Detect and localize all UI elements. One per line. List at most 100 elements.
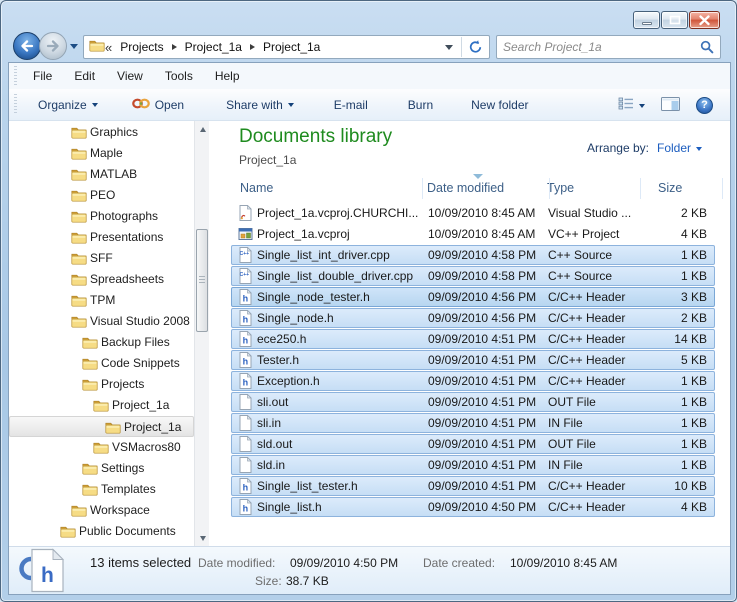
refresh-button[interactable] [462,36,489,58]
file-row-sli-in[interactable]: sli.in 09/09/2010 4:51 PM IN File 1 KB [231,413,715,433]
sidebar-item-code-snippets[interactable]: Code Snippets [9,353,194,374]
chevron-down-icon [639,103,645,108]
sidebar-item-vsmacros80[interactable]: VSMacros80 [9,437,194,458]
file-row-single-list-tester-h[interactable]: h Single_list_tester.h 09/09/2010 4:51 PM C… [231,476,715,496]
menu-tools[interactable]: Tools [155,66,203,86]
toolbar-new-folder[interactable]: New folder [463,93,536,117]
sidebar-item-public-documents[interactable]: Public Documents [9,521,194,542]
file-type: C++ Source [548,248,613,262]
h-file-icon: h [238,372,253,394]
file-row-single-list-double-driver-cpp[interactable]: C++ Single_list_double_driver.cpp 09/09/20… [231,266,715,286]
toolbar-label: Share with [226,97,283,112]
sidebar-item-matlab[interactable]: MATLAB [9,164,194,185]
breadcrumb-separator-icon[interactable] [171,44,177,50]
menu-view[interactable]: View [107,66,153,86]
triangle-down-icon [199,535,206,541]
breadcrumb-item-project-1a-1[interactable]: Project_1a [183,40,244,54]
sidebar-item-photographs[interactable]: Photographs [9,206,194,227]
file-row-single-list-h[interactable]: h Single_list.h 09/09/2010 4:50 PM C/C++ He… [231,497,715,517]
search-input[interactable] [503,40,700,54]
breadcrumb-item-project-1a-2[interactable]: Project_1a [261,40,322,54]
search-icon[interactable] [700,40,714,54]
file-row-tester-h[interactable]: h Tester.h 09/09/2010 4:51 PM C/C++ Header 5… [231,350,715,370]
sidebar-item-spreadsheets[interactable]: Spreadsheets [9,269,194,290]
file-size: 1 KB [680,269,707,283]
sidebar-item-maple[interactable]: Maple [9,143,194,164]
forward-button[interactable] [39,32,67,60]
sidebar-scrollbar[interactable] [194,121,209,546]
minimize-button[interactable] [633,11,660,29]
breadcrumb-separator-icon[interactable] [249,44,255,50]
toolbar-organize[interactable]: Organize [30,93,106,117]
toolbar-share-with[interactable]: Share with [218,93,302,117]
vsuser-file-icon [238,204,253,226]
toolbar-burn[interactable]: Burn [400,93,441,117]
restore-icon [669,15,680,25]
recent-pages-dropdown[interactable] [70,44,78,49]
sidebar-item-settings[interactable]: Settings [9,458,194,479]
file-date-modified: 09/09/2010 4:51 PM [428,437,537,451]
column-header-type[interactable]: Type [547,181,574,195]
help-button[interactable]: ? [693,93,716,118]
toolbar-open[interactable]: Open [124,92,192,118]
breadcrumb-root-chevron[interactable]: « [105,40,112,55]
address-dropdown-icon[interactable] [445,44,453,50]
arrange-by-value[interactable]: Folder [657,141,702,155]
column-separator[interactable] [549,178,550,199]
address-bar[interactable]: « Projects Project_1a Project_1a [83,35,490,59]
sidebar-item-peo[interactable]: PEO [9,185,194,206]
file-row-single-node-tester-h[interactable]: h Single_node_tester.h 09/09/2010 4:56 PM C… [231,287,715,307]
file-row-sld-out[interactable]: sld.out 09/09/2010 4:51 PM OUT File 1 KB [231,434,715,454]
sidebar-item-project-1a[interactable]: Project_1a [9,395,194,416]
breadcrumb-item-projects-0[interactable]: Projects [118,40,165,54]
file-row-project-1a-vcproj[interactable]: Project_1a.vcproj 10/09/2010 8:45 AM VC++ … [231,224,715,244]
sidebar-item-backup-files[interactable]: Backup Files [9,332,194,353]
file-row-single-node-h[interactable]: h Single_node.h 09/09/2010 4:56 PM C/C++ He… [231,308,715,328]
column-separator[interactable] [422,178,423,199]
close-button[interactable] [689,11,720,29]
scrollbar-up-button[interactable] [195,121,210,137]
sidebar-item-graphics[interactable]: Graphics [9,122,194,143]
column-header-date-modified[interactable]: Date modified [427,181,504,195]
file-row-single-list-int-driver-cpp[interactable]: C++ Single_list_int_driver.cpp 09/09/2010 … [231,245,715,265]
sidebar-item-templates[interactable]: Templates [9,479,194,500]
sidebar-item-presentations[interactable]: Presentations [9,227,194,248]
file-row-exception-h[interactable]: h Exception.h 09/09/2010 4:51 PM C/C++ Head… [231,371,715,391]
file-type: C/C++ Header [548,353,626,367]
back-button[interactable] [13,32,41,60]
selection-stack-icon: h [15,548,69,597]
file-date-modified: 09/09/2010 4:50 PM [428,500,537,514]
folder-icon[interactable] [89,39,105,55]
menu-file[interactable]: File [23,66,62,86]
sidebar-item-tpm[interactable]: TPM [9,290,194,311]
preview-pane-button[interactable] [658,93,683,118]
sidebar-item-visual-studio-2008[interactable]: Visual Studio 2008 [9,311,194,332]
file-size: 4 KB [680,227,707,241]
arrange-by-control[interactable]: Arrange by: Folder [587,141,702,155]
file-row-sld-in[interactable]: sld.in 09/09/2010 4:51 PM IN File 1 KB [231,455,715,475]
sidebar-item-sff[interactable]: SFF [9,248,194,269]
column-separator[interactable] [640,178,641,199]
column-separator[interactable] [722,178,723,199]
scrollbar-thumb[interactable] [196,229,208,332]
sidebar-item-workspace[interactable]: Workspace [9,500,194,521]
sidebar-item-label: VSMacros80 [112,440,181,454]
toolbar-e-mail[interactable]: E-mail [326,93,376,117]
sidebar-item-projects[interactable]: Projects [9,374,194,395]
menu-edit[interactable]: Edit [64,66,105,86]
file-row-sli-out[interactable]: sli.out 09/09/2010 4:51 PM OUT File 1 KB [231,392,715,412]
scrollbar-down-button[interactable] [195,530,210,546]
column-header-size[interactable]: Size [658,181,682,195]
list-view-button[interactable] [615,93,648,117]
column-header-name[interactable]: Name [240,181,273,195]
file-date-modified: 09/09/2010 4:51 PM [428,374,537,388]
file-size: 1 KB [680,458,707,472]
file-type: C/C++ Header [548,311,626,325]
file-row-ece250-h[interactable]: h ece250.h 09/09/2010 4:51 PM C/C++ Header 1… [231,329,715,349]
menu-help[interactable]: Help [205,66,250,86]
minimize-icon [641,21,652,25]
restore-button[interactable] [661,11,688,29]
file-row-project-1a-vcproj-churchi[interactable]: Project_1a.vcproj.CHURCHI... 10/09/2010 8… [231,203,715,223]
file-name: Single_node_tester.h [257,290,370,304]
sidebar-item-project-1a[interactable]: Project_1a [9,416,194,437]
